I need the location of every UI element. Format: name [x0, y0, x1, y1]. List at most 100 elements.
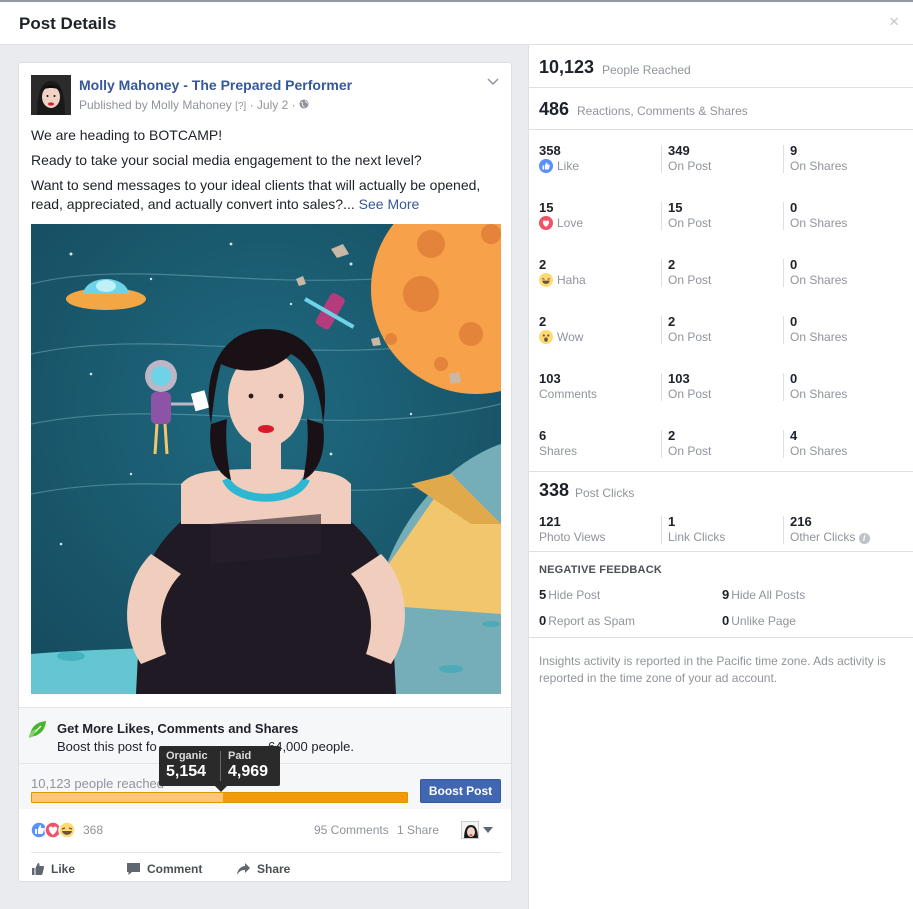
comments-total-value: 103: [539, 371, 561, 386]
reaction-row: 358 Like 349 On Post 9 On Shares: [529, 130, 913, 187]
publisher-help-link[interactable]: [?]: [235, 101, 246, 112]
reach-bar[interactable]: [31, 792, 408, 803]
comment-label: Comment: [147, 862, 203, 876]
reach-bar-organic[interactable]: [32, 793, 223, 802]
comment-action[interactable]: Comment: [126, 862, 202, 876]
post-clicks-value: 338: [539, 480, 570, 500]
tooltip-divider: [220, 751, 221, 781]
photo-views-value: 121: [539, 514, 561, 529]
see-more-link[interactable]: See More: [359, 196, 420, 212]
column-divider: [783, 373, 784, 401]
link-clicks-label: Link Clicks: [668, 530, 726, 544]
post-text-paragraph: Want to send messages to your ideal clie…: [31, 176, 501, 214]
wow-total-stat: 2 Wow: [539, 314, 583, 347]
share-icon: [236, 862, 257, 876]
like-on-shares-label: On Shares: [790, 159, 848, 173]
page-name-link[interactable]: Molly Mahoney - The Prepared Performer: [79, 77, 352, 93]
share-action[interactable]: Share: [236, 862, 290, 876]
people-reached-value: 10,123: [539, 57, 595, 77]
reaction-row: 103 Comments 103 On Post 0 On Shares: [529, 358, 913, 415]
column-divider: [661, 430, 662, 458]
leaf-icon: [27, 718, 49, 745]
comments-total-label: Comments: [539, 387, 598, 401]
tooltip-arrow: [215, 786, 227, 792]
unlike-page-label: Unlike Page: [731, 614, 796, 628]
viewer-dropdown-caret-icon[interactable]: [483, 827, 493, 833]
love-total-value: 15: [539, 200, 554, 215]
wow-total-value: 2: [539, 314, 547, 329]
love-on-shares-value: 0: [790, 200, 798, 215]
boost-subtitle-prefix: Boost this post fo: [57, 739, 157, 754]
report-spam-stat: 0 Report as Spam: [539, 613, 635, 628]
people-reached-label: 10,123 people reached: [31, 776, 165, 791]
report-spam-label: Report as Spam: [548, 614, 635, 628]
reach-tooltip: Organic 5,154 Paid 4,969: [159, 746, 280, 792]
column-divider: [783, 316, 784, 344]
post-text-line: Want to send messages to your ideal clie…: [31, 177, 481, 193]
tooltip-paid-value: 4,969: [228, 763, 269, 780]
haha-on-shares-value: 0: [790, 257, 798, 272]
love-on-post-stat: 15 On Post: [668, 200, 711, 230]
reaction-row: 2 Haha 2 On Post 0 On Shares: [529, 244, 913, 301]
published-by: Published by Molly Mahoney: [79, 98, 232, 112]
post-clicks-label: Post Clicks: [575, 486, 635, 500]
viewer-avatar[interactable]: [461, 821, 479, 839]
negative-feedback-title: NEGATIVE FEEDBACK: [539, 564, 662, 576]
shares-on-shares-label: On Shares: [790, 444, 848, 458]
reactions-count[interactable]: 368: [83, 823, 103, 837]
post-date[interactable]: July 2: [257, 98, 288, 112]
wow-on-shares-value: 0: [790, 314, 798, 329]
comments-total-stat: 103 Comments: [539, 371, 597, 401]
column-divider: [783, 259, 784, 287]
reaction-row: 15 Love 15 On Post 0 On Shares: [529, 187, 913, 244]
haha-on-shares-stat: 0 On Shares: [790, 257, 847, 287]
unlike-page-value: 0: [722, 613, 730, 628]
page-avatar[interactable]: [31, 75, 71, 115]
close-icon[interactable]: ×: [889, 13, 899, 30]
comments-on-shares-stat: 0 On Shares: [790, 371, 847, 401]
comments-on-post-stat: 103 On Post: [668, 371, 711, 401]
post-text-line: We are heading to BOTCAMP!: [31, 127, 223, 143]
haha-on-post-value: 2: [668, 257, 676, 272]
wow-total-label: Wow: [539, 330, 583, 347]
shares-total-value: 6: [539, 428, 547, 443]
dialog-title: Post Details: [19, 14, 117, 33]
shares-count-link[interactable]: 1 Share: [397, 823, 439, 837]
like-action[interactable]: Like: [31, 862, 75, 876]
meta-separator: ·: [249, 98, 254, 112]
post-text-line: Ready to take your social media engageme…: [31, 152, 422, 168]
reach-bar-paid[interactable]: [222, 793, 407, 802]
people-reached-row: 10,123 People Reached: [529, 45, 913, 88]
post-options-chevron-icon[interactable]: [487, 75, 499, 89]
column-divider: [661, 373, 662, 401]
like-icon: [539, 159, 553, 176]
globe-icon: [299, 98, 309, 112]
engagement-total-label: Reactions, Comments & Shares: [577, 104, 748, 118]
haha-total-value: 2: [539, 257, 547, 272]
reaction-icons[interactable]: [30, 820, 83, 840]
love-on-shares-label: On Shares: [790, 216, 848, 230]
love-icon: [539, 216, 553, 233]
like-on-shares-value: 9: [790, 143, 798, 158]
photo-views-label: Photo Views: [539, 530, 606, 544]
post-image[interactable]: [31, 224, 501, 694]
hide-post-label: Hide Post: [548, 588, 601, 602]
insights-pane: 10,123 People Reached 486 Reactions, Com…: [528, 45, 913, 909]
thumbs-up-icon: [31, 862, 51, 876]
love-on-post-value: 15: [668, 200, 683, 215]
comments-count-link[interactable]: 95 Comments: [314, 823, 389, 837]
column-divider: [661, 145, 662, 173]
like-on-post-label: On Post: [668, 159, 712, 173]
shares-on-post-stat: 2 On Post: [668, 428, 711, 458]
comments-on-post-value: 103: [668, 371, 690, 386]
boost-post-button[interactable]: Boost Post: [420, 779, 501, 803]
other-clicks-value: 216: [790, 514, 812, 529]
tooltip-paid: Paid 4,969: [228, 750, 268, 781]
comments-on-shares-label: On Shares: [790, 387, 848, 401]
info-icon[interactable]: i: [858, 533, 870, 544]
shares-on-post-label: On Post: [668, 444, 712, 458]
wow-icon: [539, 330, 553, 347]
tooltip-organic: Organic 5,154: [166, 750, 208, 781]
post-text-line: read, appreciated, and actually convert …: [31, 196, 355, 212]
hide-all-posts-stat: 9 Hide All Posts: [722, 587, 805, 602]
